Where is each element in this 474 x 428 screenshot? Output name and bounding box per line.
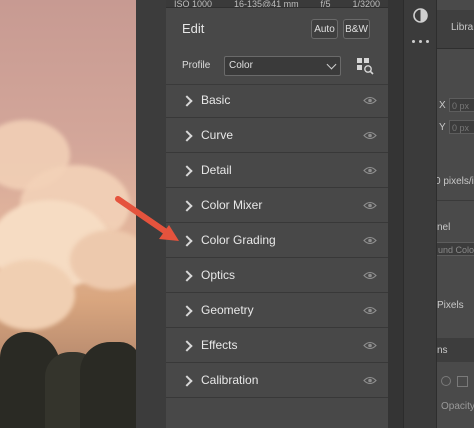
camera-info-strip: ISO 1000 16-135@41 mm f/5 1/3200: [166, 0, 388, 8]
section-label: Calibration: [201, 373, 259, 387]
edit-panel: ISO 1000 16-135@41 mm f/5 1/3200 Edit Au…: [166, 0, 388, 428]
eye-icon[interactable]: [363, 96, 377, 105]
auto-button[interactable]: Auto: [311, 19, 338, 39]
channel-label: nel: [437, 222, 451, 233]
chevron-down-icon: [326, 59, 337, 70]
section-calibration[interactable]: Calibration: [166, 364, 388, 398]
panel-empty-area: [166, 399, 388, 428]
collapse-chevron-icon[interactable]: [181, 340, 193, 352]
edit-header: Edit Auto B&W: [166, 12, 388, 46]
section-optics[interactable]: Optics: [166, 259, 388, 293]
aperture-value: f/5: [320, 0, 331, 8]
eye-icon[interactable]: [363, 166, 377, 175]
browse-profiles-icon[interactable]: [356, 57, 374, 75]
section-basic[interactable]: Basic: [166, 84, 388, 118]
artboard-icon[interactable]: [457, 376, 468, 387]
section-label: Geometry: [201, 303, 254, 317]
section-label: Detail: [201, 163, 232, 177]
collapse-chevron-icon[interactable]: [181, 95, 193, 107]
profile-select[interactable]: Color: [224, 56, 341, 76]
x-field[interactable]: 0 px: [449, 98, 474, 112]
annotation-arrow-icon: [115, 196, 179, 241]
section-color-grading[interactable]: Color Grading: [166, 224, 388, 258]
libraries-tab[interactable]: Libra: [451, 22, 473, 33]
section-detail[interactable]: Detail: [166, 154, 388, 188]
profile-label: Profile: [182, 60, 211, 71]
iso-value: ISO 1000: [174, 0, 213, 8]
eye-icon[interactable]: [363, 271, 377, 280]
collapse-chevron-icon[interactable]: [181, 200, 193, 212]
eye-icon[interactable]: [363, 236, 377, 245]
lock-icon[interactable]: [441, 376, 451, 386]
tool-column: [403, 0, 437, 428]
collapse-chevron-icon[interactable]: [181, 305, 193, 317]
adjust-icon[interactable]: [412, 7, 429, 24]
section-label: Curve: [201, 128, 234, 142]
y-field[interactable]: 0 px: [449, 120, 474, 134]
opacity-label: Opacity: [441, 401, 474, 412]
eye-icon[interactable]: [363, 201, 377, 210]
pixels-label: Pixels: [437, 300, 464, 311]
shutter-value: 1/3200: [352, 0, 380, 8]
resolution-value: 0 pixels/inc: [437, 176, 474, 187]
edit-title: Edit: [182, 21, 205, 36]
collapse-chevron-icon[interactable]: [181, 130, 193, 142]
more-dots-icon[interactable]: [412, 40, 430, 44]
eye-icon[interactable]: [363, 376, 377, 385]
properties-panel: Libra X 0 px Y 0 px 0 pixels/inc nel und…: [436, 0, 474, 428]
eye-icon[interactable]: [363, 341, 377, 350]
collapse-chevron-icon[interactable]: [181, 165, 193, 177]
section-label: Color Mixer: [201, 198, 263, 212]
eye-icon[interactable]: [363, 306, 377, 315]
section-effects[interactable]: Effects: [166, 329, 388, 363]
profile-value: Color: [229, 60, 253, 71]
section-label: Optics: [201, 268, 236, 282]
x-label: X: [439, 100, 446, 111]
eye-icon[interactable]: [363, 131, 377, 140]
bw-button[interactable]: B&W: [343, 19, 370, 39]
collapse-chevron-icon[interactable]: [181, 270, 193, 282]
panel-scroll-gap: [388, 0, 403, 428]
y-label: Y: [439, 122, 446, 133]
section-label: Effects: [201, 338, 238, 352]
section-curve[interactable]: Curve: [166, 119, 388, 153]
collapse-chevron-icon[interactable]: [181, 235, 193, 247]
section-label: Basic: [201, 93, 231, 107]
section-color-mixer[interactable]: Color Mixer: [166, 189, 388, 223]
section-geometry[interactable]: Geometry: [166, 294, 388, 328]
lens-value: 16-135@41 mm: [233, 0, 299, 8]
background-color-field[interactable]: und Colo: [437, 242, 474, 256]
collapse-chevron-icon[interactable]: [181, 375, 193, 387]
section-label: Color Grading: [201, 233, 276, 247]
profile-row: Profile Color: [166, 50, 388, 85]
tab-channels[interactable]: ns: [437, 345, 448, 356]
